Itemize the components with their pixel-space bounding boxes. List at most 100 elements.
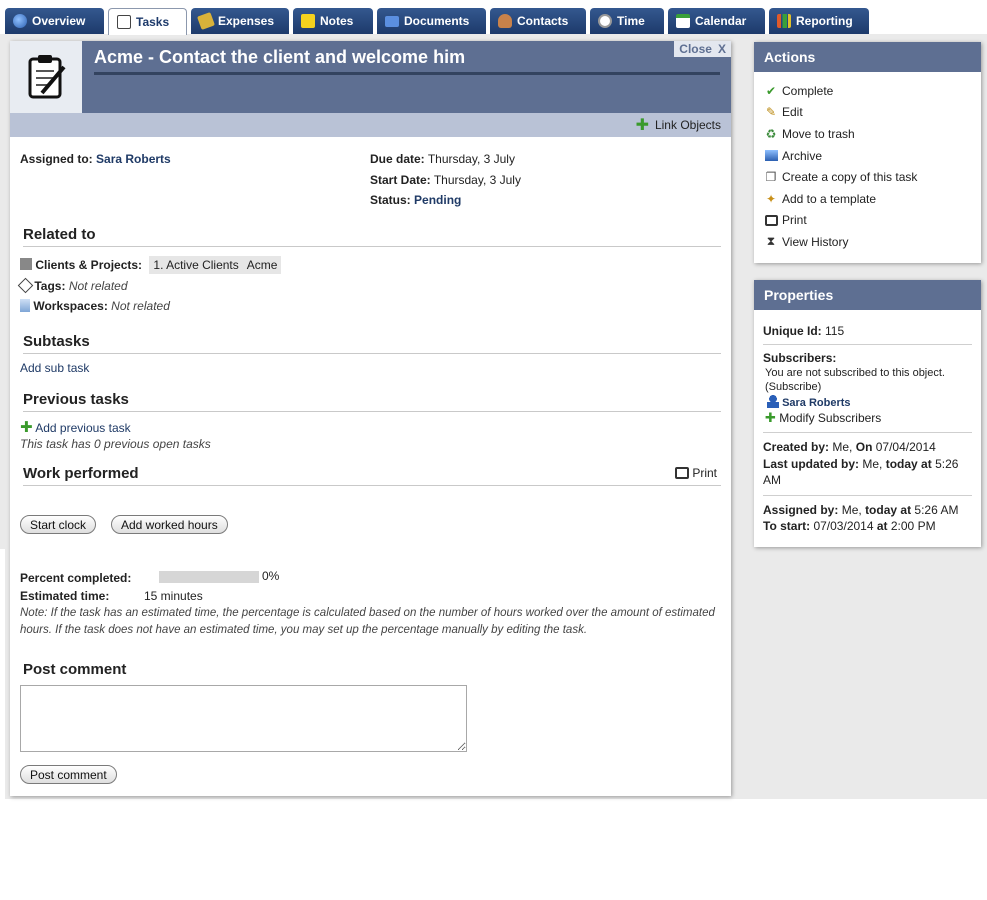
task-header: Acme - Contact the client and welcome hi… [10,41,731,113]
action-label: Create a copy of this task [782,170,918,185]
assigned-when: today at [865,502,912,517]
client-chip-acme[interactable]: Acme [242,256,282,274]
assigned-by-value: Me, [841,502,862,517]
tab-label: Tasks [136,15,170,29]
tab-label: Notes [320,14,354,28]
to-start-at: at [876,519,888,533]
close-button[interactable]: Close X [674,41,731,57]
add-previous-task-label: Add previous task [35,421,131,435]
building-icon [20,258,32,270]
post-comment-heading: Post comment [23,661,127,678]
tab-label: Contacts [517,14,569,28]
tab-notes[interactable]: Notes [293,8,373,34]
action-label: Print [782,213,807,228]
printer-icon [675,467,689,479]
assigned-time: 5:26 AM [914,502,959,517]
tab-expenses[interactable]: Expenses [191,8,289,34]
action-archive[interactable]: Archive [754,145,981,167]
not-subscribed-text: You are not subscribed to this object. [765,367,945,379]
edit-pencil-icon: ✎ [765,105,777,120]
subscribe-link[interactable]: (Subscribe) [754,381,981,393]
clock-icon [598,14,612,28]
start-date-value: Thursday, 3 July [433,173,521,187]
percent-completed-value: 0% [262,569,280,583]
plus-icon: ✚ [20,419,33,436]
action-label: View History [782,234,849,249]
tab-documents[interactable]: Documents [377,8,486,34]
status-badge: Pending [414,193,462,207]
action-label: Complete [782,83,834,98]
subtasks-heading: Subtasks [23,333,721,354]
globe-icon [13,14,27,28]
assigned-to-link[interactable]: Sara Roberts [96,152,171,166]
add-worked-hours-button[interactable]: Add worked hours [111,515,228,534]
action-complete[interactable]: ✔ Complete [754,80,981,102]
properties-panel: Properties Unique Id: 115 Subscribers: Y… [754,280,981,547]
due-date-label: Due date: [370,152,425,166]
tab-reporting[interactable]: Reporting [769,8,869,34]
tab-label: Overview [32,14,86,28]
post-comment-button[interactable]: Post comment [20,765,117,784]
tab-label: Expenses [218,14,275,28]
add-previous-task-link[interactable]: ✚ Add previous task [20,418,131,436]
trash-icon: ♻ [765,126,777,141]
estimated-time-note: Note: If the task has an estimated time,… [20,607,715,636]
action-label: Archive [782,148,823,163]
modify-subscribers-link[interactable]: ✚ Modify Subscribers [754,410,981,426]
assigned-to-row: Assigned to: Sara Roberts [20,152,171,166]
action-move-to-trash[interactable]: ♻ Move to trash [754,123,981,145]
to-start-label: To start: [763,519,811,533]
created-on-label: On [855,440,873,454]
work-print-link[interactable]: Print [675,466,717,480]
clients-projects-row: Clients & Projects: 1. Active Clients Acm… [20,256,282,274]
action-add-to-template[interactable]: ✦ Add to a template [754,188,981,210]
tags-row: Tags: Not related [17,277,128,294]
tab-time[interactable]: Time [590,8,664,34]
workspaces-label: Workspaces: [33,299,108,313]
previous-tasks-heading: Previous tasks [23,391,721,412]
tab-tasks[interactable]: Tasks [108,8,187,35]
subscriber-name-link[interactable]: Sara Roberts [782,397,850,409]
divider [763,344,972,345]
archive-icon [764,149,778,163]
tab-overview[interactable]: Overview [5,8,104,34]
action-label: Edit [782,105,803,120]
tab-calendar[interactable]: Calendar [668,8,765,34]
copy-icon: ❐ [765,170,777,185]
start-clock-button[interactable]: Start clock [20,515,97,534]
tab-label: Reporting [796,14,853,28]
action-label: Move to trash [782,126,855,141]
last-updated-value: Me, [862,456,883,471]
estimated-time-label: Estimated time: [20,589,110,603]
assignment-block: Assigned by: Me, today at 5:26 AM To sta… [754,502,981,535]
action-edit[interactable]: ✎ Edit [754,102,981,124]
divider [763,432,972,433]
workspaces-value: Not related [111,299,170,313]
comment-textarea[interactable] [20,685,467,752]
divider [763,494,972,496]
status-label: Status: [370,193,411,207]
actions-heading: Actions [754,42,981,72]
left-edge-bar [0,34,10,549]
action-view-history[interactable]: ⧗ View History [754,231,981,253]
sticky-note-icon [301,14,315,28]
unique-id-value: 115 [825,324,845,338]
action-create-copy[interactable]: ❐ Create a copy of this task [754,166,981,188]
tab-contacts[interactable]: Contacts [490,8,586,34]
tags-value: Not related [68,279,128,293]
tag-icon [17,277,34,294]
link-objects-bar: ✚ Link Objects [10,113,731,137]
assigned-to-label: Assigned to: [20,152,93,166]
folder-icon [385,15,399,27]
workspace-icon [20,299,30,312]
status-row: Status: Pending [370,193,461,207]
money-icon [197,12,215,30]
client-chip-active-clients[interactable]: 1. Active Clients [149,256,243,274]
add-sub-task-link[interactable]: Add sub task [20,361,89,375]
plus-icon: ✚ [635,117,649,134]
action-print[interactable]: Print [754,210,981,232]
clipboard-task-icon [28,55,66,99]
task-view-panel: Acme - Contact the client and welcome hi… [10,41,731,796]
link-objects-link[interactable]: Link Objects [655,118,721,132]
created-by-value: Me, [832,440,853,454]
